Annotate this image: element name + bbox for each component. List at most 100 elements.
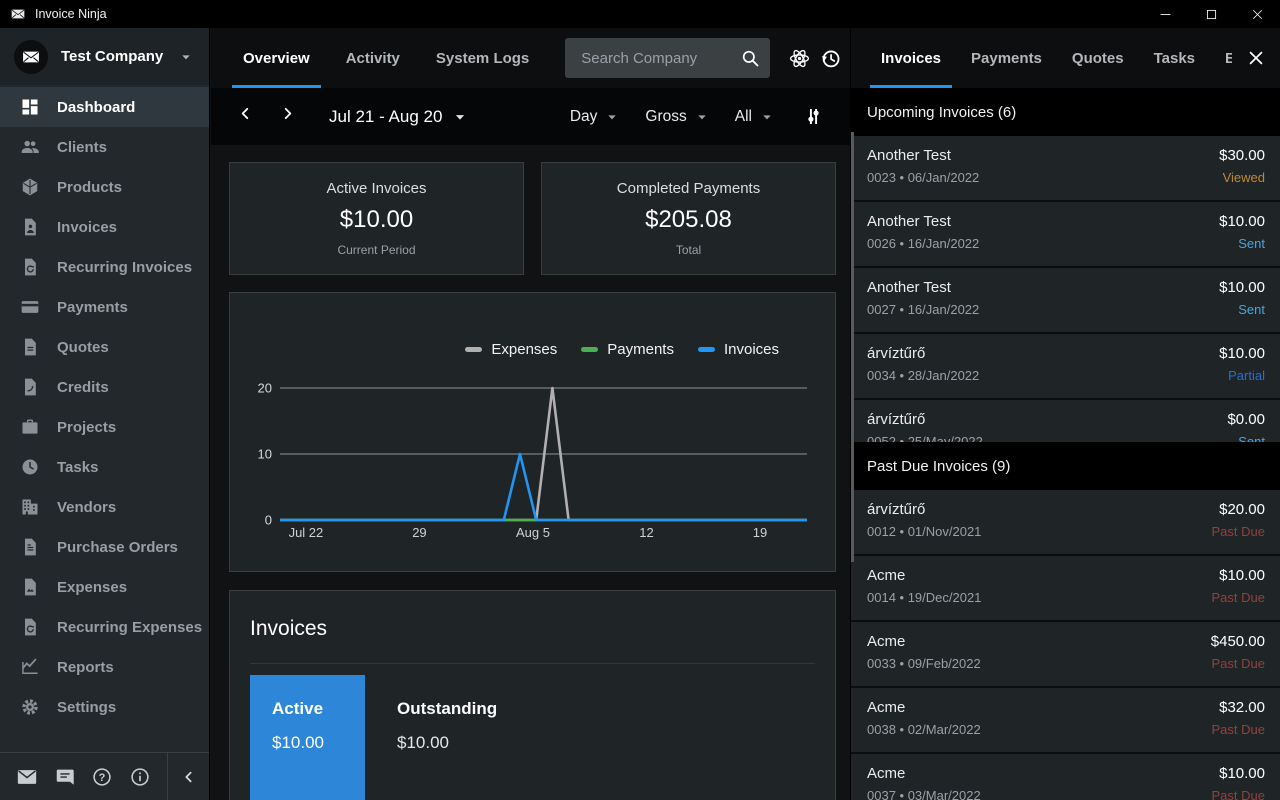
interval-dropdown[interactable]: Day — [570, 108, 622, 126]
email-icon[interactable] — [16, 766, 38, 788]
invoice-list-item[interactable]: Acme$10.000037 • 03/Mar/2022Past Due — [851, 754, 1280, 800]
sidebar-item-label: Projects — [57, 419, 116, 436]
sidebar-item-vendors[interactable]: Vendors — [0, 487, 209, 527]
chevron-down-icon — [177, 48, 195, 66]
close-panel-button[interactable] — [1232, 28, 1280, 88]
sidebar-item-label: Recurring Expenses — [57, 619, 202, 636]
legend-item-payments[interactable]: Payments — [581, 341, 674, 358]
date-filter-row: Jul 21 - Aug 20 Day Gross All — [211, 88, 850, 145]
sidebar-item-label: Quotes — [57, 339, 109, 356]
invoice-list-item[interactable]: Another Test$10.000026 • 16/Jan/2022Sent — [851, 202, 1280, 266]
close-window-button[interactable] — [1234, 0, 1280, 28]
sidebar-item-products[interactable]: Products — [0, 167, 209, 207]
chat-icon[interactable] — [54, 766, 76, 788]
sidebar-item-recurring-expenses[interactable]: Recurring Expenses — [0, 607, 209, 647]
search-company-box[interactable] — [565, 38, 770, 78]
card-subtitle: Total — [676, 243, 701, 257]
collapse-sidebar-button[interactable] — [167, 753, 209, 800]
sidebar-item-expenses[interactable]: Expenses — [0, 567, 209, 607]
invoice-amount: $0.00 — [1227, 411, 1265, 428]
prev-period-button[interactable] — [237, 105, 261, 129]
chart-settings-button[interactable] — [792, 96, 834, 138]
card-amount: $205.08 — [645, 206, 732, 234]
sidebar-item-recurring-invoices[interactable]: Recurring Invoices — [0, 247, 209, 287]
info-icon[interactable] — [129, 766, 151, 788]
products-icon — [20, 177, 40, 197]
projects-icon — [20, 417, 40, 437]
summary-cards: Active Invoices $10.00 Current Period Co… — [229, 162, 836, 275]
tasks-icon — [20, 457, 40, 477]
sidebar-item-dashboard[interactable]: Dashboard — [0, 87, 209, 127]
invoice-list-item[interactable]: Acme$32.000038 • 02/Mar/2022Past Due — [851, 688, 1280, 752]
invoice-list-item[interactable]: árvíztűrő$0.000052 • 25/May/2022Sent — [851, 400, 1280, 442]
vendors-icon — [20, 497, 40, 517]
expenses-icon — [20, 577, 40, 597]
chevron-down-icon — [603, 108, 621, 126]
legend-item-expenses[interactable]: Expenses — [465, 341, 557, 358]
sidebar-item-purchase-orders[interactable]: Purchase Orders — [0, 527, 209, 567]
basis-dropdown[interactable]: Gross — [645, 108, 710, 126]
tab-overview[interactable]: Overview — [243, 28, 310, 88]
tile-outstanding-invoices[interactable]: Outstanding $10.00 — [365, 675, 497, 800]
react-settings-button[interactable] — [784, 37, 815, 79]
date-range-label: Jul 21 - Aug 20 — [329, 107, 442, 127]
sidebar-item-settings[interactable]: Settings — [0, 687, 209, 727]
invoice-status-badge: Past Due — [1212, 788, 1265, 800]
svg-text:19: 19 — [753, 525, 767, 540]
interval-label: Day — [570, 108, 598, 126]
invoice-list-item[interactable]: Acme$450.000033 • 09/Feb/2022Past Due — [851, 622, 1280, 686]
invoice-list-item[interactable]: Another Test$30.000023 • 06/Jan/2022View… — [851, 136, 1280, 200]
sidebar-item-quotes[interactable]: Quotes — [0, 327, 209, 367]
sidebar-item-label: Credits — [57, 379, 109, 396]
sidebar-item-label: Products — [57, 179, 122, 196]
scope-dropdown[interactable]: All — [735, 108, 776, 126]
help-icon[interactable]: ? — [91, 766, 113, 788]
maximize-button[interactable] — [1188, 0, 1234, 28]
sidebar-footer: ? — [0, 752, 209, 800]
next-period-button[interactable] — [279, 105, 303, 129]
titlebar: Invoice Ninja — [0, 0, 1280, 28]
invoice-client: Acme — [867, 699, 905, 716]
sidebar-item-reports[interactable]: Reports — [0, 647, 209, 687]
svg-text:10: 10 — [258, 447, 272, 462]
panel-tab-quotes[interactable]: Quotes — [1072, 28, 1124, 88]
dashboard-icon — [20, 97, 40, 117]
invoice-amount: $10.00 — [1219, 567, 1265, 584]
scrollbar-thumb[interactable] — [851, 132, 854, 562]
legend-item-invoices[interactable]: Invoices — [698, 341, 779, 358]
sidebar-item-invoices[interactable]: Invoices — [0, 207, 209, 247]
sidebar-item-label: Reports — [57, 659, 114, 676]
date-range-dropdown[interactable]: Jul 21 - Aug 20 — [329, 107, 470, 127]
invoice-client: árvíztűrő — [867, 501, 925, 518]
invoice-status-badge: Viewed — [1223, 170, 1265, 185]
sidebar-item-tasks[interactable]: Tasks — [0, 447, 209, 487]
app-logo-icon — [10, 6, 26, 22]
recurring-icon — [20, 257, 40, 277]
invoice-status-badge: Partial — [1228, 368, 1265, 383]
minimize-button[interactable] — [1142, 0, 1188, 28]
history-button[interactable] — [815, 37, 846, 79]
right-panel: InvoicesPaymentsQuotesTasksExpenses Upco… — [850, 28, 1280, 800]
panel-tab-invoices[interactable]: Invoices — [881, 28, 941, 88]
panel-tab-tasks[interactable]: Tasks — [1154, 28, 1195, 88]
sidebar-item-credits[interactable]: Credits — [0, 367, 209, 407]
sidebar-item-payments[interactable]: Payments — [0, 287, 209, 327]
invoice-list-item[interactable]: Another Test$10.000027 • 16/Jan/2022Sent — [851, 268, 1280, 332]
sidebar-item-clients[interactable]: Clients — [0, 127, 209, 167]
svg-text:?: ? — [99, 771, 106, 783]
invoice-status-badge: Sent — [1238, 434, 1265, 442]
overview-line-chart[interactable]: 01020Jul 2229Aug 51219 — [242, 363, 827, 563]
invoice-list-item[interactable]: árvíztűrő$20.000012 • 01/Nov/2021Past Du… — [851, 490, 1280, 554]
company-selector[interactable]: Test Company — [0, 28, 209, 85]
panel-tab-payments[interactable]: Payments — [971, 28, 1042, 88]
tile-active-invoices[interactable]: Active $10.00 — [250, 675, 365, 800]
sidebar-item-label: Tasks — [57, 459, 98, 476]
invoice-list-item[interactable]: Acme$10.000014 • 19/Dec/2021Past Due — [851, 556, 1280, 620]
tab-system-logs[interactable]: System Logs — [436, 28, 529, 88]
sidebar-item-projects[interactable]: Projects — [0, 407, 209, 447]
invoice-amount: $20.00 — [1219, 501, 1265, 518]
search-input[interactable] — [579, 49, 740, 68]
invoice-list-item[interactable]: árvíztűrő$10.000034 • 28/Jan/2022Partial — [851, 334, 1280, 398]
tab-activity[interactable]: Activity — [346, 28, 400, 88]
chevron-down-icon — [450, 107, 470, 127]
